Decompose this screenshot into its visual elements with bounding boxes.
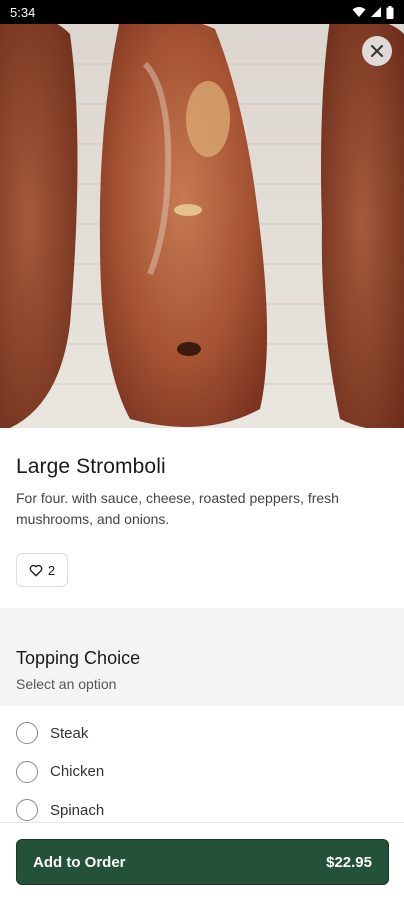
- item-description: For four. with sauce, cheese, roasted pe…: [16, 490, 339, 527]
- battery-icon: [386, 5, 394, 19]
- option-label: Chicken: [50, 763, 105, 781]
- item-info: Large Stromboli For four. with sauce, ch…: [0, 428, 404, 587]
- option-list: Steak Chicken Spinach: [0, 714, 404, 830]
- section-subtitle: Select an option: [16, 676, 117, 692]
- radio-button[interactable]: [16, 760, 38, 783]
- close-button[interactable]: [362, 36, 392, 66]
- section-title: Topping Choice: [16, 648, 141, 668]
- signal-icon: [371, 7, 381, 17]
- option-steak[interactable]: Steak: [16, 714, 388, 753]
- order-price: $22.95: [326, 853, 372, 871]
- heart-icon: [29, 564, 43, 576]
- option-label: Spinach: [50, 801, 105, 819]
- like-count: 2: [47, 562, 56, 578]
- option-section-header: Topping Choice Select an option: [0, 608, 404, 706]
- radio-button[interactable]: [16, 722, 38, 745]
- add-to-order-button[interactable]: Add to Order $22.95: [16, 839, 389, 885]
- option-label: Steak: [50, 724, 89, 742]
- wifi-icon: [352, 7, 366, 17]
- status-bar: 5:34: [0, 0, 404, 24]
- add-to-order-label: Add to Order: [33, 853, 126, 871]
- radio-button[interactable]: [16, 799, 38, 822]
- status-icons: [352, 5, 394, 19]
- item-photo: [0, 24, 404, 428]
- like-button[interactable]: 2: [16, 553, 68, 587]
- bottom-bar: Add to Order $22.95: [0, 822, 404, 900]
- close-icon: [371, 45, 383, 57]
- option-chicken[interactable]: Chicken: [16, 753, 388, 792]
- item-title: Large Stromboli: [16, 455, 166, 478]
- status-time: 5:34: [10, 4, 36, 20]
